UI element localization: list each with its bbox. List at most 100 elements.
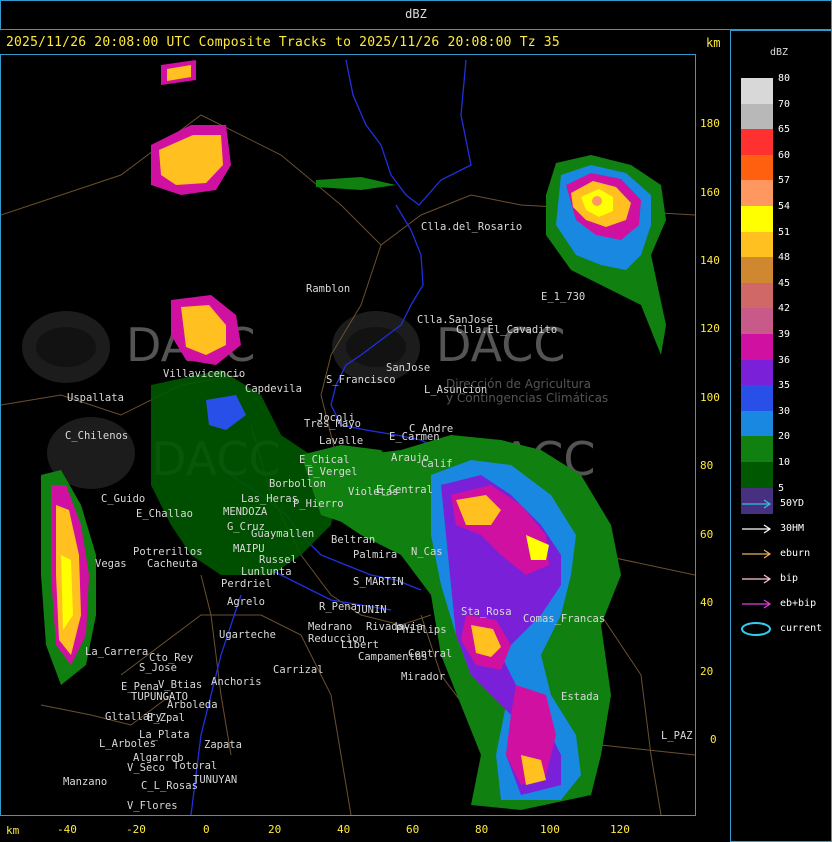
- svg-text:Totoral: Totoral: [173, 760, 217, 772]
- legend-label: 60: [778, 149, 791, 161]
- svg-text:E_Chical: E_Chical: [299, 454, 350, 466]
- arrow-icon: [742, 549, 772, 559]
- legend-swatch: [741, 385, 773, 412]
- legend-label: 39: [778, 329, 791, 340]
- x-tick: 100: [540, 823, 560, 836]
- svg-text:Guaymallen: Guaymallen: [251, 528, 314, 540]
- track-legend-label: 30HM: [780, 523, 805, 534]
- svg-text:Calif: Calif: [421, 458, 453, 470]
- svg-text:L_PAZ: L_PAZ: [661, 730, 693, 742]
- legend-swatch: [741, 334, 773, 361]
- km-bottom-label: km: [6, 824, 20, 837]
- track-legend-item: 50YD: [740, 497, 832, 511]
- legend-swatch: [741, 410, 773, 437]
- svg-text:Carrizal: Carrizal: [273, 664, 324, 676]
- svg-text:Vegas: Vegas: [95, 558, 127, 570]
- track-legend-item: eburn: [740, 547, 832, 561]
- legend-label: 45: [778, 277, 791, 289]
- legend-title: dBZ: [770, 47, 789, 58]
- svg-text:Ramblon: Ramblon: [306, 283, 350, 295]
- legend-label: 20: [778, 431, 791, 443]
- legend-swatch: [741, 462, 773, 489]
- svg-text:C_L_Rosas: C_L_Rosas: [141, 780, 198, 792]
- legend-label: 65: [778, 124, 791, 136]
- svg-text:Jocoli: Jocoli: [317, 412, 355, 424]
- track-legend-item: current: [740, 622, 832, 636]
- svg-text:SanJose: SanJose: [386, 362, 430, 374]
- track-legend-item: 30HM: [740, 522, 832, 536]
- track-legend-item: eb+bip: [740, 597, 832, 611]
- svg-text:C_Guido: C_Guido: [101, 493, 145, 505]
- y-tick: 40: [700, 596, 714, 609]
- svg-text:S_MARTIN: S_MARTIN: [353, 576, 404, 588]
- legend-swatch: [741, 180, 773, 207]
- svg-text:Estada: Estada: [561, 691, 599, 703]
- top-title: dBZ: [405, 7, 427, 21]
- svg-text:V_Flores: V_Flores: [127, 800, 178, 812]
- y-tick: 60: [700, 528, 714, 541]
- legend-swatch: [741, 308, 773, 335]
- legend-label: 10: [778, 457, 791, 468]
- arrow-icon: [742, 599, 772, 609]
- y-tick: 160: [700, 186, 720, 199]
- track-legend-label: bip: [780, 573, 799, 584]
- svg-text:R_Pena: R_Pena: [319, 601, 357, 613]
- svg-text:Sta_Rosa: Sta_Rosa: [461, 606, 512, 618]
- svg-text:V_Btias: V_Btias: [158, 679, 202, 691]
- svg-text:E_1_730: E_1_730: [541, 291, 585, 303]
- y-tick: 100: [700, 391, 720, 404]
- radar-map[interactable]: DACC DACC Dirección de Agricultura y Con…: [1, 55, 695, 815]
- legend-label: 5: [778, 482, 785, 494]
- svg-text:Mirador: Mirador: [401, 671, 445, 683]
- svg-text:E_Vergel: E_Vergel: [307, 466, 358, 478]
- x-tick: 80: [475, 823, 489, 836]
- arrow-icon: [742, 574, 772, 584]
- legend-swatch: [741, 257, 773, 284]
- legend-swatch: [741, 103, 773, 130]
- track-legend-label: current: [780, 623, 823, 634]
- svg-text:E_Carmen: E_Carmen: [389, 431, 440, 443]
- svg-text:Perdriel: Perdriel: [221, 578, 272, 590]
- svg-text:Palmira: Palmira: [353, 549, 397, 561]
- svg-text:Russel: Russel: [259, 554, 297, 566]
- legend-swatch: [741, 78, 773, 105]
- legend-swatch: [741, 282, 773, 309]
- svg-text:E_Central: E_Central: [376, 484, 433, 496]
- svg-text:L_Arboles: L_Arboles: [99, 738, 156, 750]
- legend-label: 36: [778, 354, 791, 366]
- header-title: 2025/11/26 20:08:00 UTC Composite Tracks…: [6, 35, 560, 50]
- legend-label: 70: [778, 98, 791, 110]
- arrow-icon: [742, 524, 772, 534]
- y-tick: 20: [700, 665, 714, 678]
- track-legend-label: 50YD: [780, 498, 805, 509]
- svg-text:Clla.El_Cavadito: Clla.El_Cavadito: [456, 324, 557, 336]
- legend-swatch: [741, 129, 773, 156]
- svg-text:Lavalle: Lavalle: [319, 435, 363, 447]
- legend-label: 57: [778, 175, 791, 187]
- svg-text:Uspallata: Uspallata: [67, 392, 124, 404]
- x-tick: 20: [268, 823, 282, 836]
- svg-text:Borbollon: Borbollon: [269, 478, 326, 490]
- svg-text:La_Carrera: La_Carrera: [85, 646, 148, 658]
- svg-text:Las_Heras: Las_Heras: [241, 493, 298, 505]
- y-tick: 0: [710, 733, 717, 746]
- svg-text:MENDOZA: MENDOZA: [223, 506, 268, 518]
- svg-text:Ugarteche: Ugarteche: [219, 629, 276, 641]
- km-top-label: km: [706, 36, 721, 50]
- svg-text:Arboleda: Arboleda: [167, 699, 218, 711]
- x-tick: 0: [203, 823, 210, 836]
- svg-text:Villavicencio: Villavicencio: [163, 368, 245, 380]
- svg-text:Capdevila: Capdevila: [245, 383, 302, 395]
- svg-text:L_Asuncion: L_Asuncion: [424, 384, 487, 396]
- legend-label: 42: [778, 303, 791, 315]
- svg-text:N_Cas: N_Cas: [411, 546, 443, 558]
- svg-text:JUNIN: JUNIN: [355, 604, 387, 616]
- arrow-icon: [742, 499, 772, 509]
- x-tick: -20: [126, 823, 146, 836]
- legend-swatch: [741, 206, 773, 233]
- y-tick: 140: [700, 254, 720, 267]
- legend-label: 48: [778, 252, 791, 264]
- legend-label: 80: [778, 73, 791, 84]
- svg-text:S_Francisco: S_Francisco: [326, 374, 396, 386]
- svg-text:Potrerillos: Potrerillos: [133, 546, 203, 558]
